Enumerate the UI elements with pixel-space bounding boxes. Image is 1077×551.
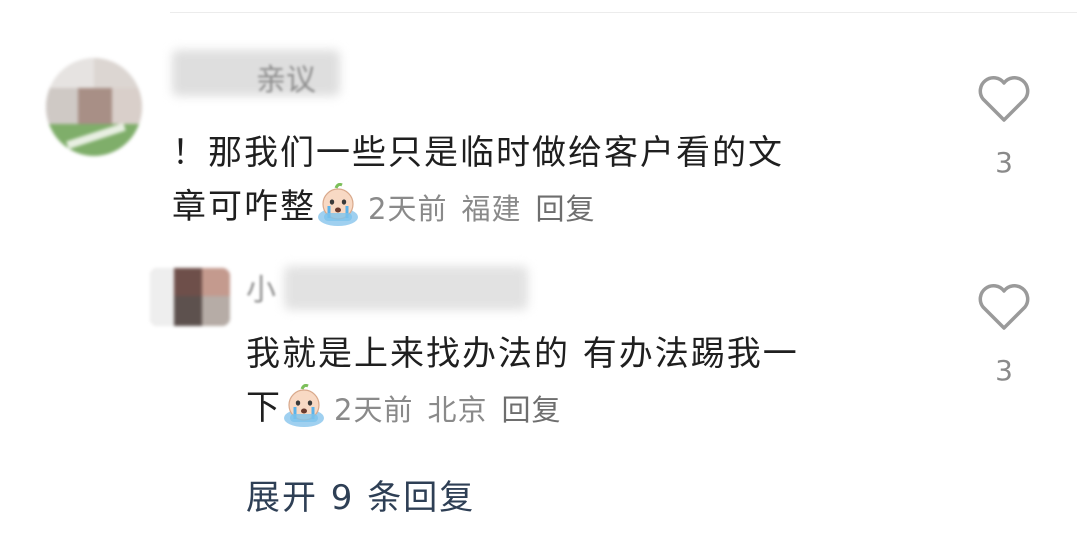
like-count: 3 [995,146,1013,179]
heart-icon[interactable] [977,74,1031,124]
comment-meta: 2天前 福建 回复 [368,182,595,236]
username-redacted [284,266,528,310]
expand-replies-button[interactable]: 展开 9 条回复 [246,470,475,519]
comment-section: 亲议 ！那我们一些只是临时做给客户看的文 章可咋整 2天前 福建 回复 3 小 … [0,0,1077,551]
comment-text-line: ！那我们一些只是临时做给客户看的文 [172,133,784,173]
reply-button[interactable]: 回复 [535,182,595,236]
comment-text: 我就是上来找办法的 有办法踢我一 下 2天前 北京 回复 [246,327,926,437]
avatar[interactable] [46,58,142,156]
comment-text-line: 下 2天前 北京 回复 [246,381,926,437]
comment-time: 2天前 [368,191,448,226]
like-control: 3 [974,282,1034,387]
avatar[interactable] [150,268,230,326]
heart-icon[interactable] [977,282,1031,332]
reply-button[interactable]: 回复 [501,383,561,437]
username[interactable]: 小 [246,276,276,306]
crying-face-emoji-icon [318,182,358,226]
comment-text-line: 章可咋整 2天前 福建 回复 [172,180,932,236]
username[interactable]: 亲议 [256,66,316,96]
comment-location: 北京 [427,392,488,427]
comment-text-line: 我就是上来找办法的 有办法踢我一 [246,334,799,374]
like-count: 3 [995,354,1013,387]
divider [170,12,1077,13]
comment-text: ！那我们一些只是临时做给客户看的文 章可咋整 2天前 福建 回复 [172,126,932,236]
crying-face-emoji-icon [284,383,324,427]
comment-meta: 2天前 北京 回复 [334,383,561,437]
like-control: 3 [974,74,1034,179]
comment-location: 福建 [461,191,522,226]
comment-time: 2天前 [334,392,414,427]
